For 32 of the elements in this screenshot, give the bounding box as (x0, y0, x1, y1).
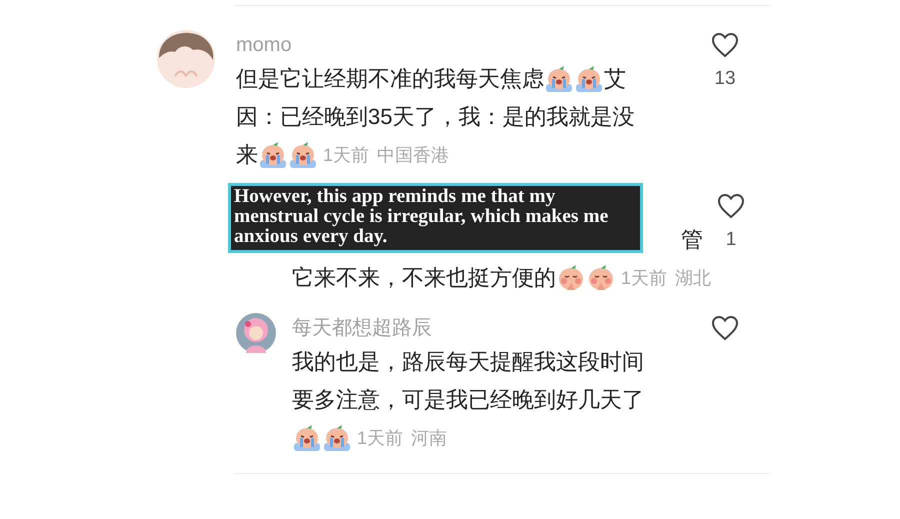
comment-text: 管 (681, 226, 704, 254)
comment-text: 我的也是，路辰每天提醒我这段时间 (292, 348, 644, 376)
crying-emoji-icon (323, 424, 351, 452)
crying-emoji-icon (575, 65, 603, 93)
crying-emoji-icon (293, 424, 321, 452)
comment-text: 但是它让经期不准的我每天焦虑 (236, 65, 544, 93)
comment-time: 1天前 (357, 427, 404, 450)
comment-location: 湖北 (675, 267, 712, 290)
comment-text: 要多注意，可是我已经晚到好几天了 (292, 386, 644, 414)
like-icon[interactable] (711, 315, 739, 341)
avatar (157, 30, 215, 88)
caption-overlay: However, this app reminds me that my menstrual cycle is irregular, which makes me anxious every day. (228, 183, 643, 253)
username[interactable]: momo (236, 34, 292, 56)
comment-text: 它来不来，不来也挺方便的 (292, 264, 556, 292)
comment-text: 因：已经晚到35天了，我：是的我就是没 (236, 103, 634, 131)
like-count: 1 (726, 229, 736, 250)
comment-location: 中国香港 (377, 144, 450, 167)
crying-emoji-icon (545, 65, 573, 93)
like-icon[interactable] (717, 193, 746, 219)
comment-text: 艾 (604, 65, 626, 93)
like-count: 13 (714, 68, 736, 89)
comment-text: 来 (236, 141, 258, 169)
blushing-emoji-icon (557, 264, 585, 292)
crying-emoji-icon (259, 141, 287, 169)
comment-time: 1天前 (621, 267, 668, 290)
comment-location: 河南 (411, 427, 448, 450)
blushing-emoji-icon (587, 264, 615, 292)
crying-emoji-icon (289, 141, 317, 169)
username[interactable]: 每天都想超路辰 (292, 317, 432, 339)
avatar (236, 313, 276, 353)
comment-time: 1天前 (323, 144, 370, 167)
like-icon[interactable] (711, 32, 739, 58)
